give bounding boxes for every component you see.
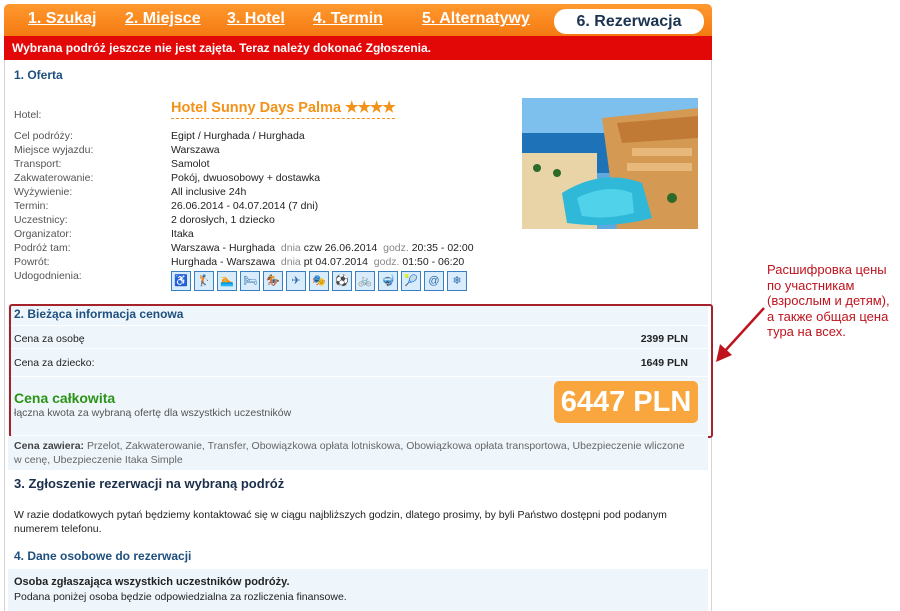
tab-termin[interactable]: 4. Termin bbox=[313, 10, 383, 28]
return-value: Hurghada - Warszawa dnia pt 04.07.2014 g… bbox=[171, 256, 465, 268]
row-divider bbox=[8, 348, 708, 349]
transport-value: Samolot bbox=[171, 158, 210, 170]
football-icon[interactable]: ⚽ bbox=[332, 271, 352, 291]
hotel-name[interactable]: Hotel Sunny Days Palma ★★★★ bbox=[171, 98, 396, 119]
total-price-description: łączna kwota za wybraną ofertę dla wszys… bbox=[14, 407, 292, 419]
board-label: Wyżywienie: bbox=[14, 186, 73, 198]
row-divider bbox=[8, 325, 708, 326]
accommodation-label: Zakwaterowanie: bbox=[14, 172, 94, 184]
section-offer-title: 1. Oferta bbox=[14, 68, 63, 82]
hotel-stars-icon: ★★★★ bbox=[345, 99, 396, 116]
child-price-value: 1649 PLN bbox=[640, 357, 688, 369]
airplane-icon[interactable]: ✈ bbox=[286, 271, 306, 291]
tab-hotel[interactable]: 3. Hotel bbox=[227, 10, 285, 28]
annotation-arrow-icon bbox=[716, 307, 765, 362]
row-divider bbox=[8, 376, 708, 377]
bed-icon[interactable]: 🛏 bbox=[240, 271, 260, 291]
wizard-tabbar: 1. Szukaj 2. Miejsce 3. Hotel 4. Termin … bbox=[4, 4, 712, 36]
pool-icon[interactable]: 🏊 bbox=[217, 271, 237, 291]
return-label: Powrót: bbox=[14, 256, 50, 268]
section-reservation-title: 3. Zgłoszenie rezerwacji na wybraną podr… bbox=[14, 476, 285, 491]
price-includes-label: Cena zawiera: bbox=[14, 440, 85, 452]
amenities-icons: ♿ 🏌 🏊 🛏 🏇 ✈ 🎭 ⚽ 🚲 🤿 🎾 @ ❄ bbox=[171, 271, 467, 291]
hotel-label: Hotel: bbox=[14, 109, 42, 121]
adult-price-label: Cena za osobę bbox=[14, 333, 85, 345]
adult-price-value: 2399 PLN bbox=[640, 333, 688, 345]
amenities-label: Udogodnienia: bbox=[14, 270, 82, 282]
section-pricing-title: 2. Bieżąca informacja cenowa bbox=[14, 307, 184, 321]
outbound-value: Warszawa - Hurghada dnia czw 26.06.2014 … bbox=[171, 242, 474, 254]
price-includes: Cena zawiera: Przelot, Zakwaterowanie, T… bbox=[14, 439, 694, 467]
destination-label: Cel podróży: bbox=[14, 130, 73, 142]
total-price-label: Cena całkowita bbox=[14, 390, 116, 406]
dates-value: 26.06.2014 - 04.07.2014 (7 dni) bbox=[171, 200, 319, 212]
child-price-label: Cena za dziecko: bbox=[14, 357, 95, 369]
animation-icon[interactable]: 🎭 bbox=[309, 271, 329, 291]
tab-szukaj[interactable]: 1. Szukaj bbox=[28, 10, 96, 28]
annotation-text: Расшифровка цены по участникам (взрослым… bbox=[767, 262, 890, 339]
transport-label: Transport: bbox=[14, 158, 62, 170]
organizer-value: Itaka bbox=[171, 228, 194, 240]
destination-value: Egipt / Hurghada / Hurghada bbox=[171, 130, 305, 142]
outbound-label: Podróż tam: bbox=[14, 242, 71, 254]
departure-value: Warszawa bbox=[171, 144, 220, 156]
air-conditioning-icon[interactable]: ❄ bbox=[447, 271, 467, 291]
bicycle-icon[interactable]: 🚲 bbox=[355, 271, 375, 291]
tab-rezerwacja[interactable]: 6. Rezerwacja bbox=[554, 9, 704, 34]
hotel-photo[interactable] bbox=[522, 98, 698, 229]
personal-data-text: Podana poniżej osoba będzie odpowiedzial… bbox=[14, 591, 347, 603]
tennis-icon[interactable]: 🎾 bbox=[401, 271, 421, 291]
wheelchair-icon[interactable]: ♿ bbox=[171, 271, 191, 291]
price-includes-text: Przelot, Zakwaterowanie, Transfer, Obowi… bbox=[14, 440, 685, 466]
accommodation-value: Pokój, dwuosobowy + dostawka bbox=[171, 172, 321, 184]
departure-label: Miejsce wyjazdu: bbox=[14, 144, 94, 156]
diving-icon[interactable]: 🤿 bbox=[378, 271, 398, 291]
internet-icon[interactable]: @ bbox=[424, 271, 444, 291]
tab-alternatywy[interactable]: 5. Alternatywy bbox=[422, 10, 530, 28]
horse-riding-icon[interactable]: 🏇 bbox=[263, 271, 283, 291]
participants-label: Uczestnicy: bbox=[14, 214, 68, 226]
section-personal-data-title: 4. Dane osobowe do rezerwacji bbox=[14, 549, 192, 563]
dates-label: Termin: bbox=[14, 200, 49, 212]
personal-data-subtitle: Osoba zgłaszająca wszystkich uczestników… bbox=[14, 576, 290, 588]
participants-value: 2 dorosłych, 1 dziecko bbox=[171, 214, 275, 226]
reservation-info-text: W razie dodatkowych pytań będziemy konta… bbox=[14, 509, 667, 535]
golf-icon[interactable]: 🏌 bbox=[194, 271, 214, 291]
alert-banner: Wybrana podróż jeszcze nie jest zajęta. … bbox=[4, 36, 712, 60]
organizer-label: Organizator: bbox=[14, 228, 72, 240]
tab-miejsce[interactable]: 2. Miejsce bbox=[125, 10, 201, 28]
board-value: All inclusive 24h bbox=[171, 186, 247, 198]
total-price-value: 6447 PLN bbox=[554, 381, 698, 423]
